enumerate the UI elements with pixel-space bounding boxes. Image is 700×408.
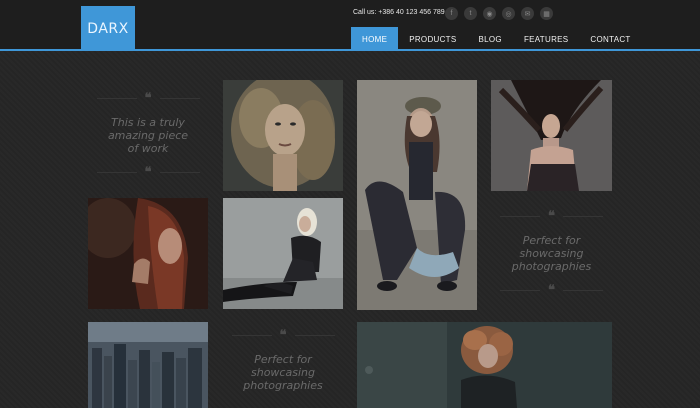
photo-blonde-posing-floor[interactable] <box>223 198 343 309</box>
nav-contact[interactable]: CONTACT <box>579 27 641 51</box>
quote-icon: ❝ <box>548 209 555 224</box>
photo-portrait-curly-hair[interactable] <box>223 80 343 191</box>
nav-home[interactable]: HOME <box>351 27 399 51</box>
quote-tile: ❝ This is a truly amazing piece of work … <box>88 80 208 191</box>
social-links: f t ◉ ◎ ✉ ▦ <box>445 7 553 20</box>
logo[interactable]: DARX <box>81 6 135 51</box>
rss-icon[interactable]: ◉ <box>483 7 496 20</box>
quote-text: amazing piece <box>107 129 189 142</box>
quote-text: This is a truly <box>111 116 185 129</box>
photo-wide-curly-red-hair[interactable] <box>357 322 612 408</box>
quote-icon: ❝ <box>144 91 152 106</box>
twitter-icon[interactable]: t <box>464 7 477 20</box>
quote-icon: ❝ <box>279 328 287 343</box>
quote-text: showcasing <box>519 247 584 260</box>
email-icon[interactable]: ✉ <box>521 7 534 20</box>
nav-features[interactable]: FEATURES <box>513 27 579 51</box>
nav-blog[interactable]: BLOG <box>468 27 513 51</box>
quote-text: of work <box>127 142 169 155</box>
quote-text: photographies <box>243 379 323 392</box>
nav-products[interactable]: PRODUCTS <box>398 27 467 51</box>
quote-tile: ❝ Perfect for showcasing photographies ❝ <box>491 198 612 309</box>
quote-tile: ❝ Perfect for showcasing photographies <box>223 322 343 408</box>
windows-icon[interactable]: ▦ <box>540 7 553 20</box>
quote-text: showcasing <box>251 366 315 379</box>
site-header: DARX Call us: +386 40 123 456 789 f t ◉ … <box>0 0 700 51</box>
main-nav: HOME PRODUCTS BLOG FEATURES CONTACT <box>351 27 642 51</box>
quote-icon: ❝ <box>144 165 152 180</box>
contact-phone: Call us: +386 40 123 456 789 <box>353 9 445 16</box>
facebook-icon[interactable]: f <box>445 7 458 20</box>
dribbble-icon[interactable]: ◎ <box>502 7 515 20</box>
quote-text: Perfect for <box>522 234 581 247</box>
quote-text: Perfect for <box>254 353 312 366</box>
photo-flowing-hair[interactable] <box>491 80 612 191</box>
photo-sitting-woman-cap[interactable] <box>357 80 477 310</box>
photo-city-skyline[interactable] <box>88 322 208 408</box>
quote-text: photographies <box>511 260 592 273</box>
quote-icon: ❝ <box>548 283 555 298</box>
photo-profile-auburn-hair[interactable] <box>88 198 208 309</box>
